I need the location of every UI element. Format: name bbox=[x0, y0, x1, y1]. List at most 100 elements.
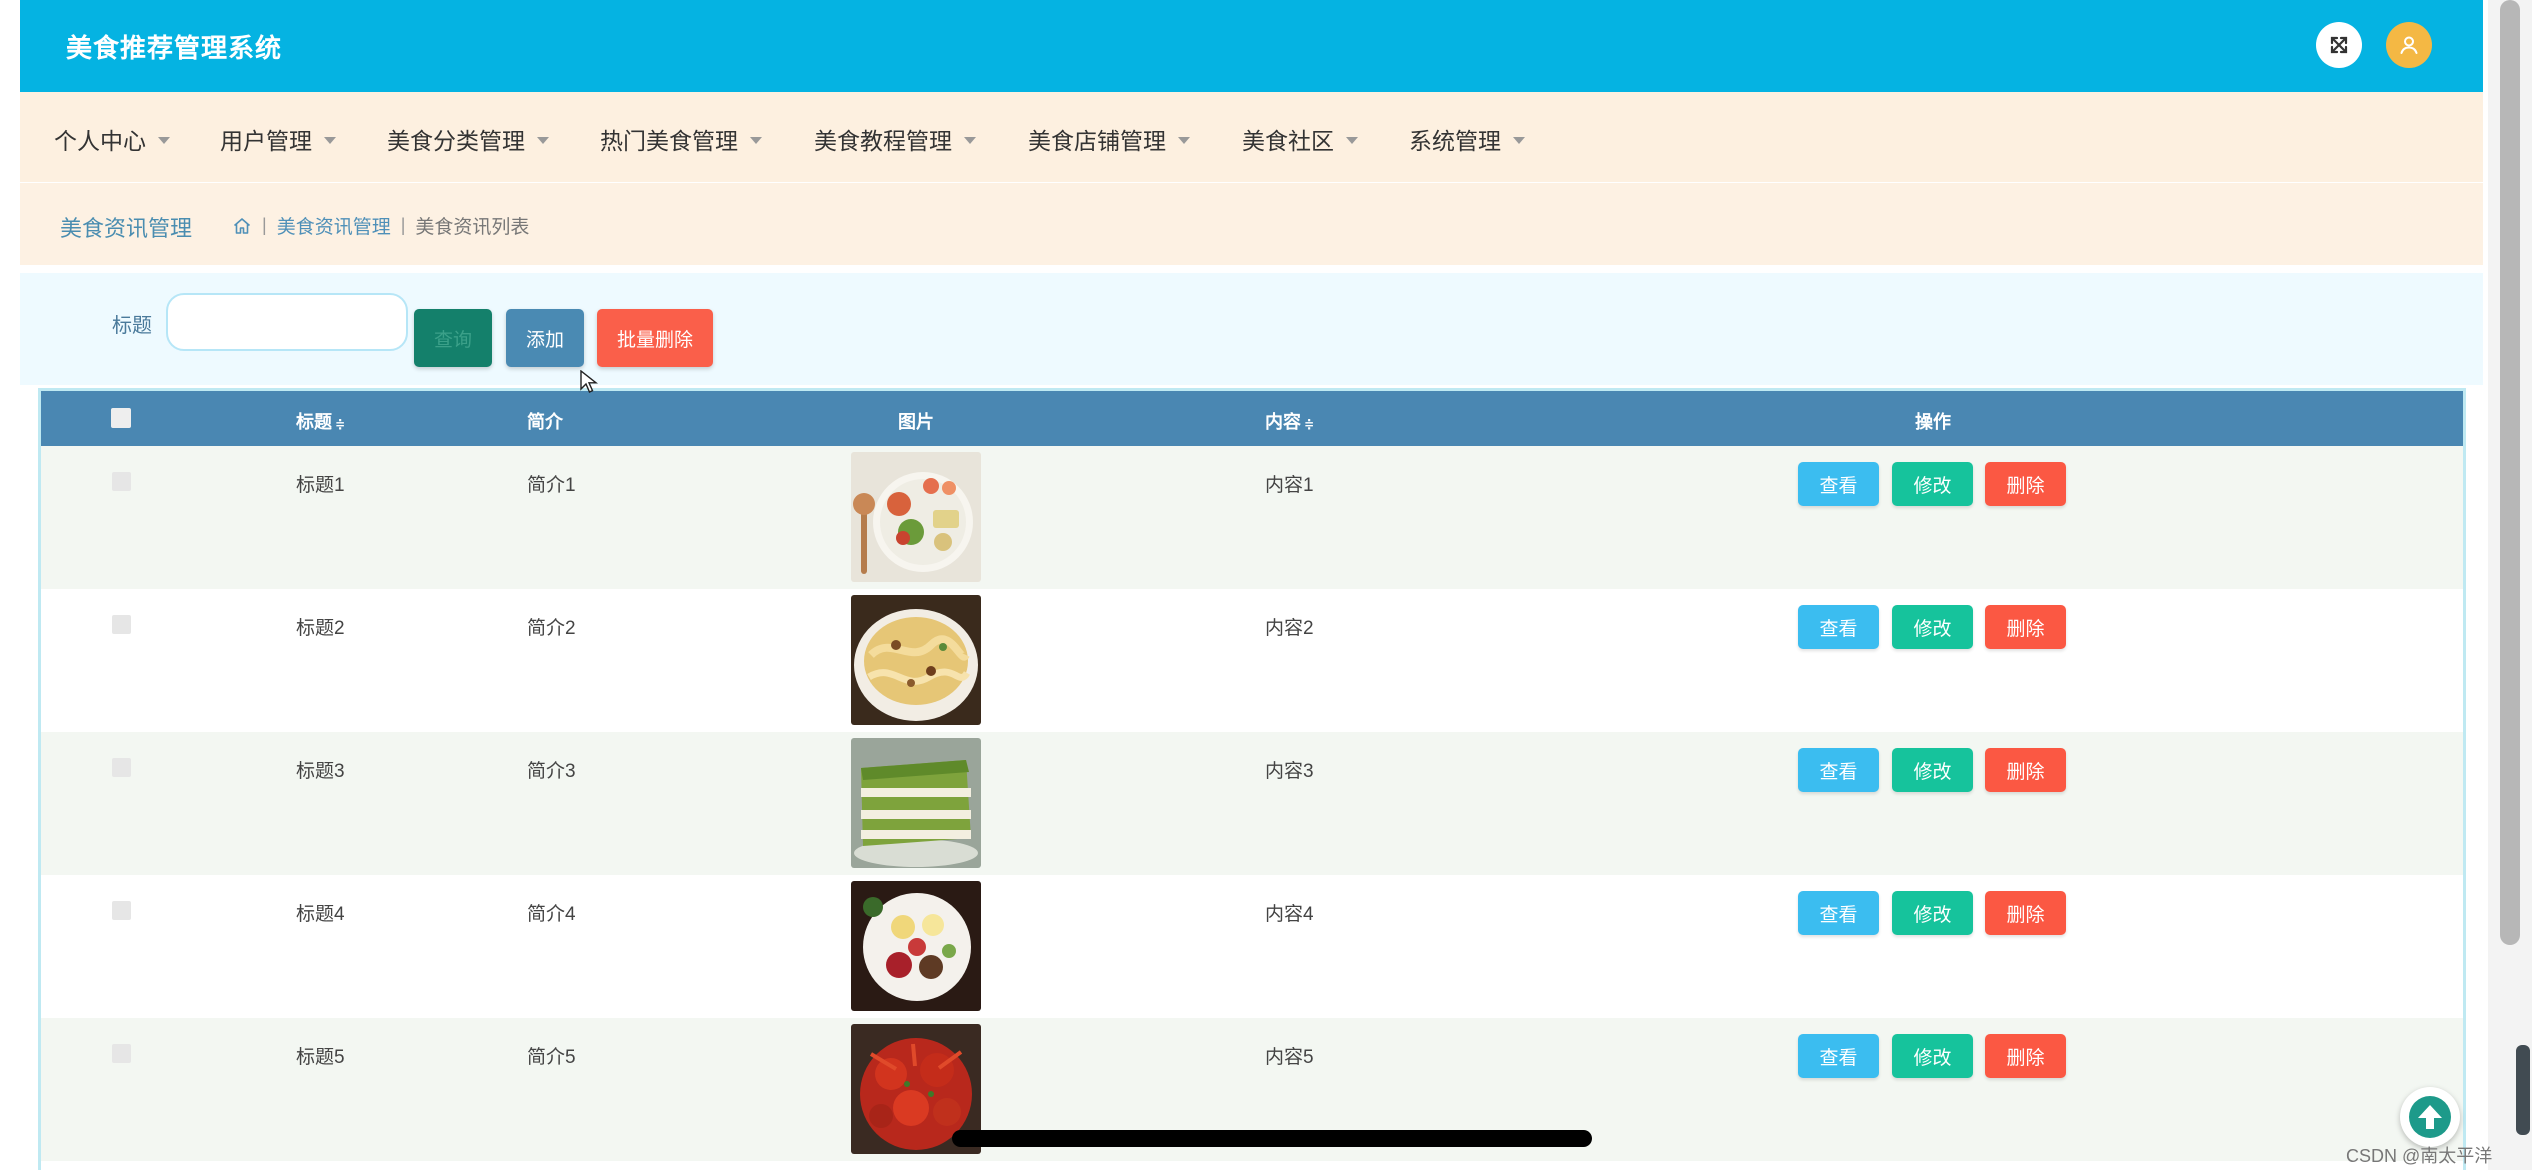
cell-title: 标题4 bbox=[296, 904, 345, 925]
fullscreen-icon bbox=[2330, 36, 2348, 54]
title-filter-label: 标题 bbox=[112, 315, 152, 337]
noodle-dish-photo bbox=[851, 595, 981, 725]
column-header-title[interactable]: 标题 ≑ bbox=[296, 408, 345, 434]
edit-button[interactable]: 修改 bbox=[1892, 748, 1973, 792]
title-search-input[interactable] bbox=[166, 293, 408, 351]
caret-down-icon bbox=[964, 136, 976, 144]
cell-content: 内容5 bbox=[1265, 1047, 1314, 1068]
row-checkbox[interactable] bbox=[112, 758, 131, 777]
column-header-label: 内容 bbox=[1265, 412, 1301, 432]
nav-item-label: 美食社区 bbox=[1242, 128, 1334, 154]
sort-icon: ≑ bbox=[335, 417, 346, 431]
cell-intro: 简介2 bbox=[527, 618, 576, 639]
delete-button[interactable]: 删除 bbox=[1985, 891, 2066, 935]
nav-item-food-category[interactable]: 美食分类管理 bbox=[387, 122, 549, 156]
caret-down-icon bbox=[324, 136, 336, 144]
column-header-image: 图片 bbox=[898, 412, 934, 432]
matcha-cake-photo bbox=[851, 738, 981, 868]
cell-intro: 简介1 bbox=[527, 475, 576, 496]
view-button[interactable]: 查看 bbox=[1798, 891, 1879, 935]
row-checkbox[interactable] bbox=[112, 1044, 131, 1063]
mouse-cursor-icon bbox=[580, 370, 598, 393]
cell-content: 内容2 bbox=[1265, 618, 1314, 639]
edit-button[interactable]: 修改 bbox=[1892, 605, 1973, 649]
view-button[interactable]: 查看 bbox=[1798, 1034, 1879, 1078]
cell-content: 内容1 bbox=[1265, 475, 1314, 496]
cell-title: 标题2 bbox=[296, 618, 345, 639]
scrollbar-thumb[interactable] bbox=[2500, 0, 2520, 945]
delete-button[interactable]: 删除 bbox=[1985, 1034, 2066, 1078]
nav-item-user-management[interactable]: 用户管理 bbox=[220, 122, 336, 156]
cell-content: 内容3 bbox=[1265, 761, 1314, 782]
nav-item-popular-food[interactable]: 热门美食管理 bbox=[600, 122, 762, 156]
user-icon bbox=[2400, 36, 2418, 54]
column-header-intro: 简介 bbox=[527, 412, 563, 432]
nav-item-system-management[interactable]: 系统管理 bbox=[1409, 122, 1525, 156]
back-to-top-button[interactable] bbox=[2400, 1087, 2460, 1147]
table-header: 标题 ≑ 简介 图片 内容 ≑ 操作 bbox=[41, 391, 2463, 446]
cell-title: 标题3 bbox=[296, 761, 345, 782]
caret-down-icon bbox=[750, 136, 762, 144]
search-panel: 标题 查询 添加 批量删除 bbox=[20, 273, 2483, 385]
cell-intro: 简介3 bbox=[527, 761, 576, 782]
app-title: 美食推荐管理系统 bbox=[66, 33, 283, 63]
vertical-scrollbar[interactable] bbox=[2488, 0, 2532, 1170]
column-header-content[interactable]: 内容 ≑ bbox=[1265, 408, 1314, 434]
select-all-checkbox[interactable] bbox=[111, 408, 131, 428]
watermark: CSDN @南太平洋 bbox=[2346, 1146, 2493, 1166]
table-row: 标题1 简介1 内容1 查看 修改 删除 bbox=[41, 446, 2463, 589]
nav-item-label: 热门美食管理 bbox=[600, 128, 738, 154]
nav-item-label: 系统管理 bbox=[1409, 128, 1501, 154]
back-to-top-icon bbox=[2409, 1096, 2451, 1138]
edit-button[interactable]: 修改 bbox=[1892, 891, 1973, 935]
caret-down-icon bbox=[1178, 136, 1190, 144]
scroll-indicator bbox=[2516, 1045, 2530, 1135]
sort-icon: ≑ bbox=[1304, 417, 1315, 431]
dessert-plate-photo bbox=[851, 881, 981, 1011]
view-button[interactable]: 查看 bbox=[1798, 748, 1879, 792]
search-button[interactable]: 查询 bbox=[414, 309, 492, 367]
row-checkbox[interactable] bbox=[112, 901, 131, 920]
table-row: 标题4 简介4 内容4 查看 修改 删除 bbox=[41, 875, 2463, 1018]
data-table: 标题 ≑ 简介 图片 内容 ≑ 操作 标题1 简介1 内容1 查看 修改 删除 … bbox=[38, 388, 2466, 1170]
view-button[interactable]: 查看 bbox=[1798, 605, 1879, 649]
breadcrumb-link-news-management[interactable]: 美食资讯管理 bbox=[277, 212, 391, 239]
cell-title: 标题1 bbox=[296, 475, 345, 496]
breadcrumb-current: 美食资讯列表 bbox=[415, 217, 530, 238]
breadcrumb-separator: | bbox=[400, 215, 406, 235]
page-edge bbox=[0, 0, 20, 1170]
home-icon[interactable] bbox=[232, 216, 252, 236]
edit-button[interactable]: 修改 bbox=[1892, 462, 1973, 506]
nav-item-personal-center[interactable]: 个人中心 bbox=[54, 122, 170, 156]
nav-item-food-community[interactable]: 美食社区 bbox=[1242, 122, 1358, 156]
batch-delete-button[interactable]: 批量删除 bbox=[597, 309, 713, 367]
view-button[interactable]: 查看 bbox=[1798, 462, 1879, 506]
cell-intro: 简介5 bbox=[527, 1047, 576, 1068]
user-avatar-button[interactable] bbox=[2386, 22, 2432, 68]
main-nav: 个人中心 用户管理 美食分类管理 热门美食管理 美食教程管理 美食店铺管理 美食… bbox=[20, 92, 2483, 182]
column-header-label: 标题 bbox=[296, 412, 332, 432]
nav-item-label: 美食分类管理 bbox=[387, 128, 525, 154]
nav-item-food-tutorial[interactable]: 美食教程管理 bbox=[814, 122, 976, 156]
add-button[interactable]: 添加 bbox=[506, 309, 584, 367]
salad-plate-photo bbox=[851, 452, 981, 582]
column-header-actions: 操作 bbox=[1915, 412, 1951, 432]
caret-down-icon bbox=[158, 136, 170, 144]
edit-button[interactable]: 修改 bbox=[1892, 1034, 1973, 1078]
row-checkbox[interactable] bbox=[112, 472, 131, 491]
nav-item-label: 美食教程管理 bbox=[814, 128, 952, 154]
row-checkbox[interactable] bbox=[112, 615, 131, 634]
delete-button[interactable]: 删除 bbox=[1985, 748, 2066, 792]
nav-item-label: 美食店铺管理 bbox=[1028, 128, 1166, 154]
cell-title: 标题5 bbox=[296, 1047, 345, 1068]
page-title: 美食资讯管理 bbox=[60, 216, 193, 241]
delete-button[interactable]: 删除 bbox=[1985, 462, 2066, 506]
nav-item-label: 用户管理 bbox=[220, 128, 312, 154]
nav-item-label: 个人中心 bbox=[54, 128, 146, 154]
fullscreen-button[interactable] bbox=[2316, 22, 2362, 68]
delete-button[interactable]: 删除 bbox=[1985, 605, 2066, 649]
cell-content: 内容4 bbox=[1265, 904, 1314, 925]
breadcrumb-separator: | bbox=[262, 215, 267, 235]
caret-down-icon bbox=[537, 136, 549, 144]
nav-item-food-store[interactable]: 美食店铺管理 bbox=[1028, 122, 1190, 156]
